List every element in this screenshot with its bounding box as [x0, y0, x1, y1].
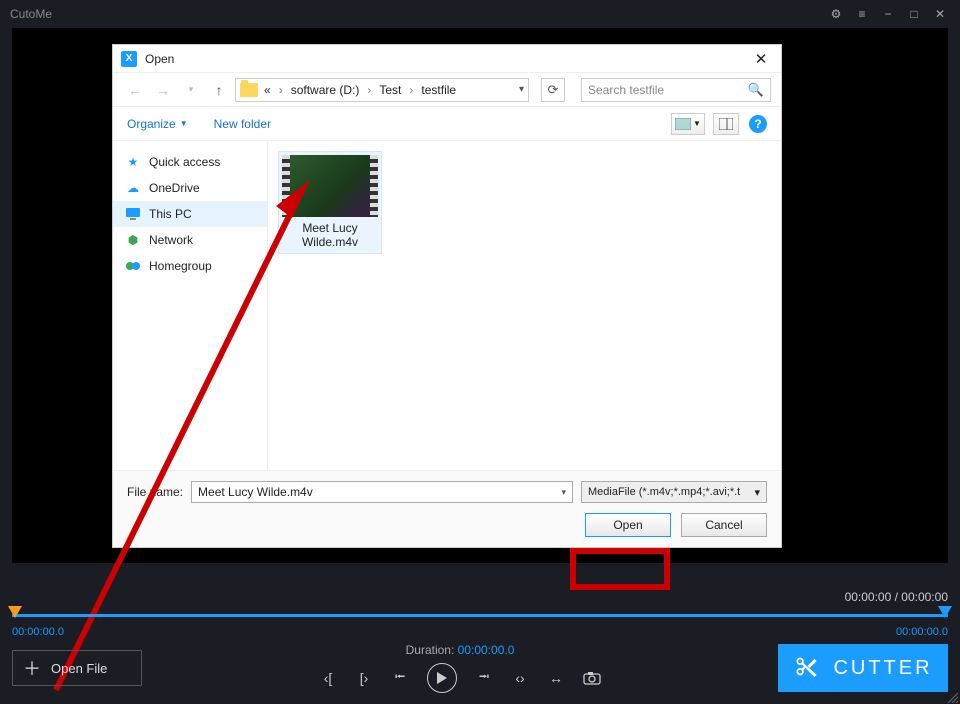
- nav-forward-icon: →: [151, 78, 175, 102]
- minimize-icon[interactable]: −: [878, 4, 898, 24]
- nav-up-icon[interactable]: ↑: [207, 78, 231, 102]
- chevron-right-icon: ›: [409, 83, 413, 97]
- network-icon: ⬢: [125, 232, 141, 248]
- chevron-down-icon: ▾: [754, 486, 760, 499]
- menu-icon[interactable]: ≡: [852, 4, 872, 24]
- open-file-button[interactable]: ＋ Open File: [12, 650, 142, 686]
- chevron-down-icon: ▼: [693, 119, 701, 128]
- scissors-icon: [793, 655, 819, 681]
- crumb-dropdown-icon[interactable]: ▾: [519, 84, 524, 95]
- dialog-title: Open: [145, 52, 174, 66]
- duration-label: Duration: 00:00:00.0: [406, 643, 515, 657]
- homegroup-icon: [125, 258, 141, 274]
- chevron-down-icon: ▾: [561, 487, 566, 498]
- open-dialog: X Open ✕ ← → ▾ ↑ « › software (D:) › Tes…: [112, 44, 782, 548]
- prev-frame-icon[interactable]: ⭰: [391, 669, 409, 687]
- nav-network[interactable]: ⬢ Network: [113, 227, 267, 253]
- dialog-footer: File name: Meet Lucy Wilde.m4v ▾ MediaFi…: [113, 470, 781, 547]
- play-icon: [437, 672, 447, 684]
- refresh-icon[interactable]: ⟳: [541, 78, 565, 102]
- timeline-start-handle[interactable]: [8, 606, 22, 620]
- search-placeholder: Search testfile: [588, 83, 664, 97]
- breadcrumb[interactable]: « › software (D:) › Test › testfile ▾: [235, 78, 529, 102]
- timeline-track[interactable]: 00:00:00.0 00:00:00.0: [12, 608, 948, 622]
- cloud-icon: ☁: [125, 180, 141, 196]
- cancel-button[interactable]: Cancel: [681, 513, 767, 537]
- chevron-right-icon: ›: [367, 83, 371, 97]
- nav-this-pc[interactable]: This PC: [113, 201, 267, 227]
- file-thumbnail: [282, 155, 378, 217]
- preview-pane-button[interactable]: [713, 113, 739, 135]
- nav-quick-access[interactable]: ★ Quick access: [113, 149, 267, 175]
- play-button[interactable]: [427, 663, 457, 693]
- star-icon: ★: [125, 154, 141, 170]
- mark-out-icon[interactable]: [›: [355, 669, 373, 687]
- file-type-select[interactable]: MediaFile (*.m4v;*.mp4;*.avi;*.t ▾: [581, 481, 767, 503]
- nav-back-icon[interactable]: ←: [123, 78, 147, 102]
- nav-homegroup[interactable]: Homegroup: [113, 253, 267, 279]
- app-title: CutoMe: [10, 7, 52, 21]
- timeline-end-label: 00:00:00.0: [896, 626, 948, 638]
- cutter-button[interactable]: CUTTER: [778, 644, 948, 692]
- search-input[interactable]: Search testfile 🔍: [581, 78, 771, 102]
- open-button[interactable]: Open: [585, 513, 671, 537]
- restore-icon[interactable]: □: [904, 4, 924, 24]
- next-frame-icon[interactable]: ⭲: [475, 669, 493, 687]
- nav-recent-dropdown-icon[interactable]: ▾: [179, 78, 203, 102]
- chevron-down-icon: ▼: [180, 119, 188, 128]
- playback-controls: ‹[ [› ⭰ ⭲ ‹› ↔: [319, 663, 601, 693]
- dialog-titlebar: X Open ✕: [113, 45, 781, 73]
- crumb-seg[interactable]: «: [260, 83, 275, 97]
- timeline-start-label: 00:00:00.0: [12, 626, 64, 638]
- help-icon[interactable]: ?: [749, 115, 767, 133]
- file-name-label: Meet Lucy Wilde.m4v: [282, 221, 378, 250]
- nav-onedrive[interactable]: ☁ OneDrive: [113, 175, 267, 201]
- close-app-icon[interactable]: ✕: [930, 4, 950, 24]
- snapshot-icon[interactable]: [583, 669, 601, 687]
- step-icon[interactable]: ‹›: [511, 669, 529, 687]
- dialog-toolbar: Organize▼ New folder ▼ ?: [113, 107, 781, 141]
- dialog-nav: ← → ▾ ↑ « › software (D:) › Test › testf…: [113, 73, 781, 107]
- thumbnails-icon: [675, 118, 691, 130]
- filename-label: File name:: [127, 485, 183, 499]
- app-titlebar: CutoMe ⚙ ≡ − □ ✕: [0, 0, 960, 28]
- dialog-app-icon: X: [121, 51, 137, 67]
- filename-input[interactable]: Meet Lucy Wilde.m4v ▾: [191, 481, 573, 503]
- view-mode-button[interactable]: ▼: [671, 113, 705, 135]
- pane-icon: [719, 118, 733, 130]
- plus-icon: ＋: [23, 655, 41, 681]
- bottom-bar: ＋ Open File Duration: 00:00:00.0 ‹[ [› ⭰…: [12, 640, 948, 696]
- loop-icon[interactable]: ↔: [547, 669, 565, 687]
- timeline-end-handle[interactable]: [938, 606, 952, 620]
- dialog-close-icon[interactable]: ✕: [749, 47, 773, 71]
- file-list[interactable]: Meet Lucy Wilde.m4v: [268, 141, 781, 470]
- chevron-right-icon: ›: [279, 83, 283, 97]
- crumb-seg[interactable]: software (D:): [287, 83, 364, 97]
- file-item[interactable]: Meet Lucy Wilde.m4v: [278, 151, 382, 254]
- pc-icon: [125, 206, 141, 222]
- new-folder-button[interactable]: New folder: [214, 117, 271, 131]
- time-readout: 00:00:00 / 00:00:00: [12, 590, 948, 604]
- gear-icon[interactable]: ⚙: [826, 4, 846, 24]
- timeline: 00:00:00 / 00:00:00 00:00:00.0 00:00:00.…: [12, 590, 948, 622]
- organize-button[interactable]: Organize▼: [127, 117, 188, 131]
- resize-grip[interactable]: [946, 690, 958, 702]
- search-icon: 🔍: [748, 82, 764, 98]
- crumb-seg[interactable]: testfile: [417, 83, 460, 97]
- crumb-seg[interactable]: Test: [375, 83, 405, 97]
- mark-in-icon[interactable]: ‹[: [319, 669, 337, 687]
- folder-icon: [240, 83, 258, 97]
- nav-pane: ★ Quick access ☁ OneDrive This PC ⬢ Netw…: [113, 141, 268, 470]
